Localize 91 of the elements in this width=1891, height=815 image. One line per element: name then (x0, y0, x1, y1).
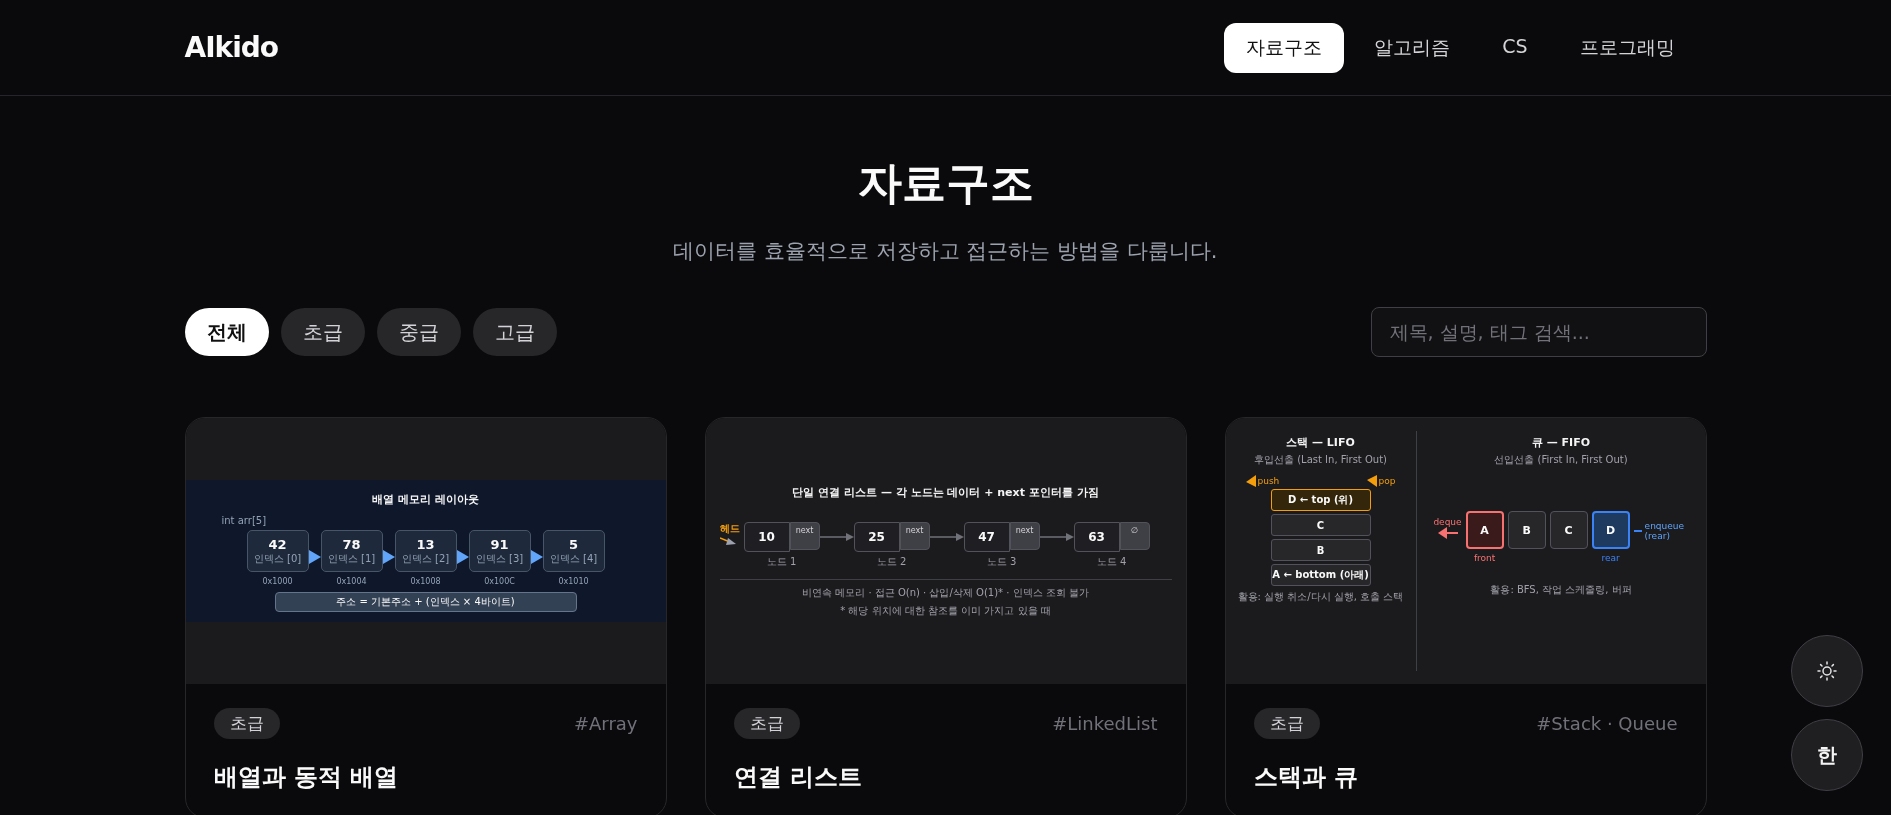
memory-address: 0x1004 (336, 577, 367, 586)
cell-value: 13 (416, 536, 435, 552)
tag-label: #LinkedList (1052, 713, 1158, 734)
filter-chip[interactable]: 초급 (280, 308, 365, 356)
diagram-note: 활용: 실행 취소/다시 실행, 호출 스택 (1237, 590, 1404, 604)
dequeue-label: deque (1433, 517, 1462, 527)
card[interactable] (1224, 417, 1707, 815)
node-value: 47 (963, 521, 1010, 552)
arrow-icon (308, 550, 321, 564)
tag-label: #Stack · Queue (1536, 713, 1678, 734)
diagram-title: 단일 연결 리스트 — 각 노드는 데이터 + next 포인터를 가짐 (791, 484, 1100, 500)
diagram-subtitle: 후입선출 (Last In, First Out) (1254, 453, 1387, 467)
arrow-icon (530, 550, 543, 564)
formula-bar: 주소 = 기본주소 + (인덱스 × 4바이트) (274, 592, 577, 612)
cell-value: 5 (568, 536, 578, 552)
diagram-note: 활용: BFS, 작업 스케줄링, 버퍼 (1490, 583, 1632, 597)
node-pointer: next (789, 521, 820, 550)
node-pointer: next (899, 521, 930, 550)
cell-index: 인덱스 [0] (253, 551, 302, 566)
queue-caption: front (1473, 553, 1496, 563)
node-label: 노드 2 (876, 554, 907, 569)
arrow-icon (382, 550, 395, 564)
node-label: 노드 1 (766, 554, 797, 569)
cell-index: 인덱스 [4] (549, 551, 598, 566)
queue-item: A (1465, 511, 1504, 549)
node-label: 노드 4 (1096, 554, 1127, 569)
cell-index: 인덱스 [1] (327, 551, 376, 566)
code-label: int arr[5] (221, 515, 267, 526)
node-label: 노드 3 (986, 554, 1017, 569)
memory-address: 0x1008 (410, 577, 441, 586)
stack-item: A ← bottom (아래) (1270, 564, 1371, 586)
difficulty-badge: 초급 (1253, 708, 1320, 739)
cell-index: 인덱스 [2] (401, 551, 450, 566)
arrow-icon (1366, 475, 1377, 487)
diagram-note: * 해당 위치에 대한 참조를 이미 가지고 있을 때 (839, 603, 1052, 618)
node-value: 10 (743, 521, 790, 552)
memory-address: 0x100C (484, 577, 515, 586)
sun-icon (1817, 661, 1837, 681)
head-label: 헤드 (719, 521, 740, 536)
arrow-icon (929, 531, 964, 542)
enqueue-label: enqueue (rear) (1644, 521, 1686, 541)
diagram-note: 비연속 메모리 · 접근 O(n) · 삽입/삭제 O(1)* · 인덱스 조회 불가 (801, 585, 1090, 600)
node-pointer: ∅ (1119, 521, 1150, 550)
diagram-title: 스택 — LIFO (1286, 435, 1355, 450)
stack-item: D ← top (위) (1270, 489, 1371, 511)
memory-address: 0x1010 (558, 577, 589, 586)
arrow-icon (1437, 527, 1458, 539)
logo[interactable]: AIkido (184, 31, 279, 64)
queue-item: B (1507, 511, 1546, 549)
arrow-icon (1039, 531, 1074, 542)
cell-value: 42 (268, 536, 287, 552)
arrow-icon (456, 550, 469, 564)
queue-caption: rear (1601, 553, 1620, 563)
diagram-subtitle: 선입선출 (First In, First Out) (1494, 453, 1628, 467)
filter-chip[interactable]: 고급 (472, 308, 557, 356)
card-title: 스택과 큐 (1253, 762, 1359, 793)
difficulty-badge: 초급 (733, 708, 800, 739)
stack-item: B (1270, 539, 1371, 561)
diagram-title: 배열 메모리 레이아웃 (372, 492, 479, 507)
queue-item: D (1591, 511, 1630, 549)
cell-index: 인덱스 [3] (475, 551, 524, 566)
nav-link[interactable]: 프로그래밍 (1557, 22, 1697, 73)
pop-label: pop (1366, 475, 1396, 487)
cell-value: 78 (342, 536, 361, 552)
arrow-icon (1245, 475, 1256, 487)
push-label: push (1245, 475, 1280, 487)
arrow-icon (819, 531, 854, 542)
stack-item: C (1270, 514, 1371, 536)
nav-link[interactable]: CS (1480, 22, 1550, 73)
filter-chip[interactable]: 중급 (376, 308, 461, 356)
filter-chip[interactable]: 전체 (184, 308, 269, 356)
page-subtitle: 데이터를 효율적으로 저장하고 접근하는 방법을 다룹니다. (672, 238, 1219, 265)
card[interactable]: 단일 연결 리스트 — 각 노드는 데이터 + next 포인터를 가짐 헤드 10 next 노드 1 25 next 노드 2 47 next 노드 3 63 ∅ 노드 4 비연속 메모리 · 접근 O(n) · 삽입/삭제 O(1)* · 인덱스 조회 불가 * 해당 위치에 대한 참조를 이미 가지고 있을 때 초급 #LinkedList 연결 리스트 (704, 417, 1187, 815)
node-pointer: next (1009, 521, 1040, 550)
difficulty-badge: 초급 (213, 708, 280, 739)
search-field[interactable]: 제목, 설명, 태그 검색... (1370, 307, 1707, 357)
language-button[interactable]: 한 (1791, 719, 1863, 791)
nav-link[interactable]: 자료구조 (1224, 22, 1345, 73)
diagram-title: 큐 — FIFO (1531, 435, 1591, 450)
card-title: 배열과 동적 배열 (213, 762, 400, 793)
card-title: 연결 리스트 (733, 762, 863, 793)
queue-item: C (1549, 511, 1588, 549)
node-value: 25 (853, 521, 900, 552)
node-value: 63 (1073, 521, 1120, 552)
cell-value: 91 (490, 536, 509, 552)
page-title: 자료구조 (856, 156, 1035, 210)
nav-link[interactable]: 알고리즘 (1352, 22, 1473, 73)
card[interactable]: 배열 메모리 레이아웃 int arr[5] 42 인덱스 [0] 0x1000 78 인덱스 [1] 0x1004 13 인덱스 [2] 0x1008 91 인덱스 [3] 0x100C 5 인덱스 [4] 0x1010 주소 = 기본주소 + (인덱스 × 4바이트) 초급 #Array 배열과 동적 배열 (184, 417, 667, 815)
arrow-icon (719, 535, 736, 546)
tag-label: #Array (573, 713, 638, 734)
memory-address: 0x1000 (262, 577, 293, 586)
